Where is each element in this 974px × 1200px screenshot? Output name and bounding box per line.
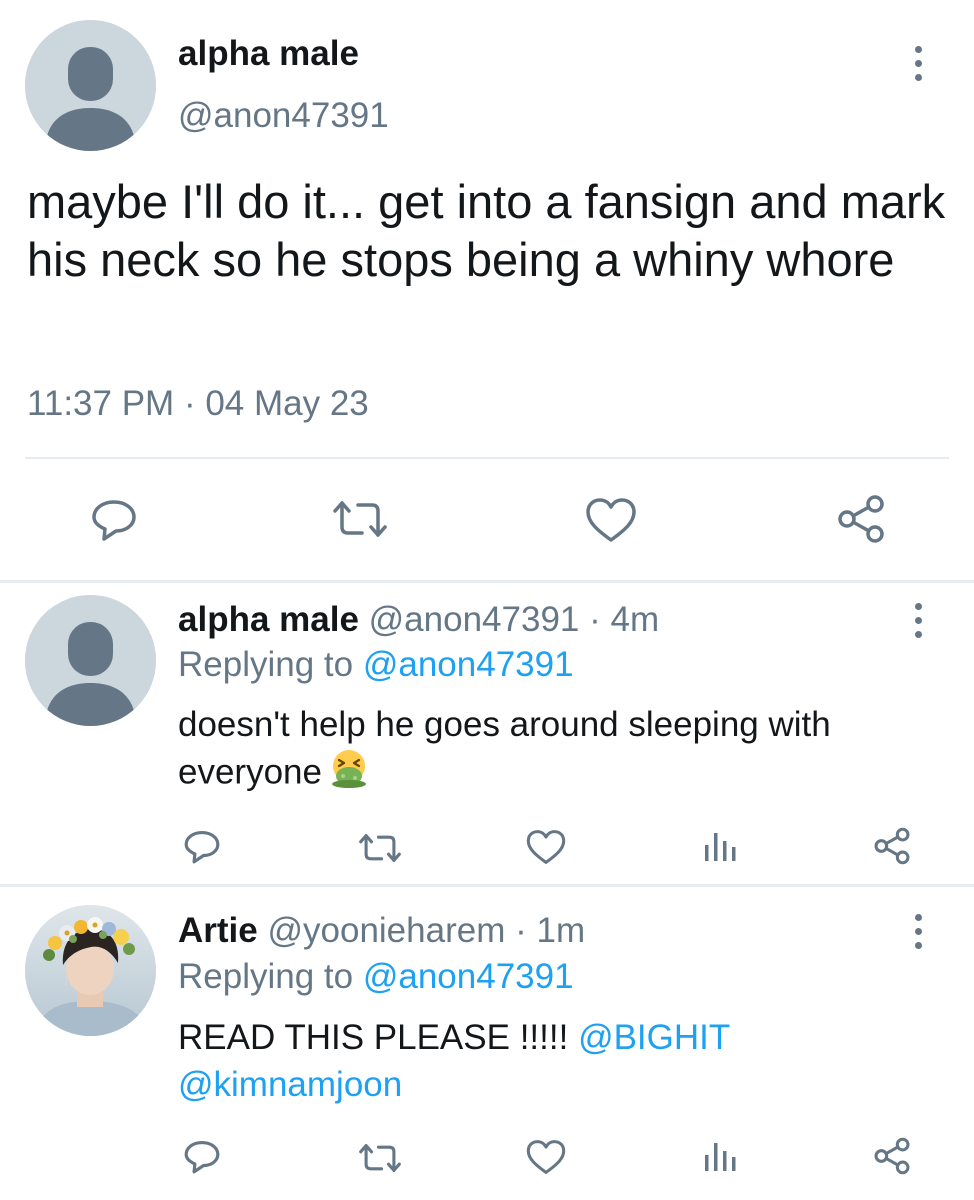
tweet-age: 4m bbox=[610, 600, 660, 639]
avatar[interactable] bbox=[25, 905, 156, 1036]
reply-tweet: alpha male @anon47391 · 4m Replying to @… bbox=[0, 583, 974, 883]
more-options-icon[interactable] bbox=[908, 44, 928, 84]
replying-to: Replying to @anon47391 bbox=[178, 957, 574, 997]
default-profile-icon bbox=[25, 595, 156, 726]
handle[interactable]: @yoonieharem bbox=[267, 911, 505, 950]
analytics-icon[interactable] bbox=[703, 1137, 737, 1178]
reply-body: READ THIS PLEASE !!!!! bbox=[178, 1018, 569, 1057]
reply-body: doesn't help he goes around sleeping wit… bbox=[178, 705, 831, 792]
more-options-icon[interactable] bbox=[908, 601, 928, 641]
divider bbox=[25, 457, 949, 459]
display-name[interactable]: alpha male bbox=[178, 34, 359, 74]
reply-text: doesn't help he goes around sleeping wit… bbox=[178, 701, 938, 800]
tweet-time: 11:37 PM bbox=[27, 384, 175, 423]
analytics-icon[interactable] bbox=[703, 827, 737, 868]
handle[interactable]: @anon47391 bbox=[178, 96, 389, 136]
retweet-icon[interactable] bbox=[356, 1141, 404, 1180]
avatar[interactable] bbox=[25, 20, 156, 151]
mention-link[interactable]: @kimnamjoon bbox=[178, 1065, 402, 1104]
reply-icon[interactable] bbox=[183, 827, 221, 870]
display-name[interactable]: alpha male bbox=[178, 600, 359, 639]
reply-text: READ THIS PLEASE !!!!! @BIGHIT @kimnamjo… bbox=[178, 1014, 938, 1108]
handle[interactable]: @anon47391 bbox=[369, 600, 580, 639]
like-icon[interactable] bbox=[526, 1139, 566, 1180]
retweet-icon[interactable] bbox=[330, 497, 390, 546]
mention-link[interactable]: @anon47391 bbox=[363, 957, 574, 996]
reply-header: Artie @yoonieharem · 1m bbox=[178, 911, 585, 951]
profile-photo-icon bbox=[25, 905, 156, 1036]
tweet-date: 04 May 23 bbox=[205, 384, 369, 423]
timestamp: 11:37 PM · 04 May 23 bbox=[27, 384, 369, 424]
mention-link[interactable]: @BIGHIT bbox=[578, 1018, 730, 1057]
separator-dot: · bbox=[589, 600, 601, 639]
default-profile-icon bbox=[25, 20, 156, 151]
more-options-icon[interactable] bbox=[908, 912, 928, 952]
replying-to-label: Replying to bbox=[178, 957, 354, 996]
main-tweet: alpha male @anon47391 maybe I'll do it..… bbox=[0, 0, 974, 580]
replying-to-label: Replying to bbox=[178, 645, 354, 684]
reply-header: alpha male @anon47391 · 4m bbox=[178, 600, 659, 640]
like-icon[interactable] bbox=[526, 829, 566, 870]
share-icon[interactable] bbox=[872, 1137, 912, 1180]
reply-icon[interactable] bbox=[90, 495, 138, 548]
tweet-age: 1m bbox=[536, 911, 586, 950]
display-name[interactable]: Artie bbox=[178, 911, 258, 950]
nauseated-face-icon bbox=[328, 748, 370, 800]
separator-dot: · bbox=[515, 911, 527, 950]
mention-link[interactable]: @anon47391 bbox=[363, 645, 574, 684]
retweet-icon[interactable] bbox=[356, 831, 404, 870]
share-icon[interactable] bbox=[835, 494, 887, 549]
share-icon[interactable] bbox=[872, 827, 912, 870]
avatar[interactable] bbox=[25, 595, 156, 726]
reply-tweet: Artie @yoonieharem · 1m Replying to @ano… bbox=[0, 887, 974, 1200]
reply-icon[interactable] bbox=[183, 1137, 221, 1180]
replying-to: Replying to @anon47391 bbox=[178, 645, 574, 685]
tweet-text: maybe I'll do it... get into a fansign a… bbox=[27, 175, 946, 286]
separator-dot: · bbox=[183, 384, 196, 423]
like-icon[interactable] bbox=[585, 497, 637, 548]
